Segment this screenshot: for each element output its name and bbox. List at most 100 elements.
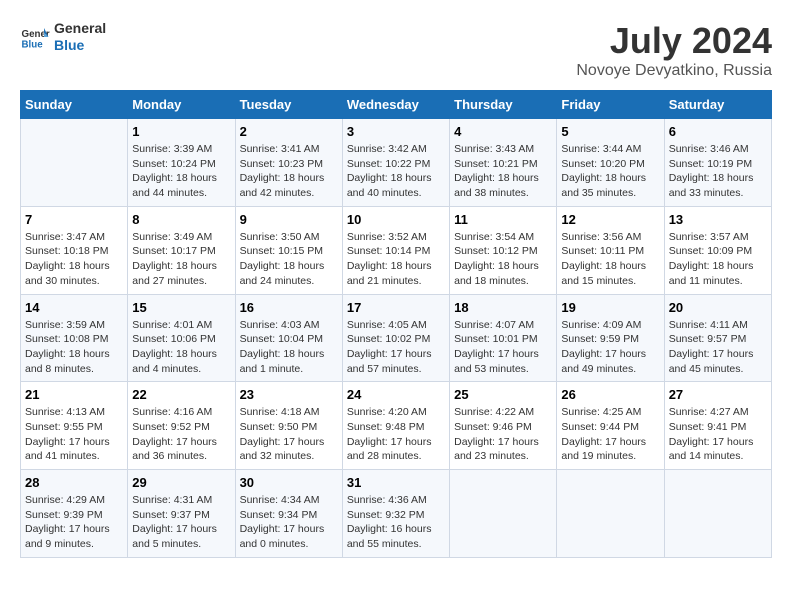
day-cell: 17Sunrise: 4:05 AM Sunset: 10:02 PM Dayl… bbox=[342, 294, 449, 382]
day-info: Sunrise: 3:42 AM Sunset: 10:22 PM Daylig… bbox=[347, 142, 445, 201]
day-info: Sunrise: 3:50 AM Sunset: 10:15 PM Daylig… bbox=[240, 230, 338, 289]
header-row: SundayMondayTuesdayWednesdayThursdayFrid… bbox=[21, 91, 772, 119]
day-info: Sunrise: 4:07 AM Sunset: 10:01 PM Daylig… bbox=[454, 318, 552, 377]
day-cell: 19Sunrise: 4:09 AM Sunset: 9:59 PM Dayli… bbox=[557, 294, 664, 382]
day-info: Sunrise: 4:13 AM Sunset: 9:55 PM Dayligh… bbox=[25, 405, 123, 464]
day-info: Sunrise: 4:11 AM Sunset: 9:57 PM Dayligh… bbox=[669, 318, 767, 377]
day-info: Sunrise: 3:41 AM Sunset: 10:23 PM Daylig… bbox=[240, 142, 338, 201]
day-info: Sunrise: 3:47 AM Sunset: 10:18 PM Daylig… bbox=[25, 230, 123, 289]
day-cell: 10 Sunrise: 3:52 AM Sunset: 10:14 PM Dayl… bbox=[342, 206, 449, 294]
day-number: 28 bbox=[25, 475, 123, 490]
day-number: 20 bbox=[669, 300, 767, 315]
day-cell: 6 Sunrise: 3:46 AM Sunset: 10:19 PM Dayli… bbox=[664, 119, 771, 207]
day-info: Sunrise: 3:46 AM Sunset: 10:19 PM Daylig… bbox=[669, 142, 767, 201]
page-header: General Blue General Blue July 2024 Novo… bbox=[20, 20, 772, 80]
day-number: 25 bbox=[454, 387, 552, 402]
day-info: Sunrise: 3:39 AM Sunset: 10:24 PM Daylig… bbox=[132, 142, 230, 201]
day-cell: 18 Sunrise: 4:07 AM Sunset: 10:01 PM Dayl… bbox=[450, 294, 557, 382]
day-cell: 28 Sunrise: 4:29 AM Sunset: 9:39 PM Dayli… bbox=[21, 470, 128, 558]
day-number: 5 bbox=[561, 124, 659, 139]
day-number: 6 bbox=[669, 124, 767, 139]
day-cell: 22 Sunrise: 4:16 AM Sunset: 9:52 PM Dayli… bbox=[128, 382, 235, 470]
day-cell: 13 Sunrise: 3:57 AM Sunset: 10:09 PM Dayl… bbox=[664, 206, 771, 294]
day-info: Sunrise: 4:16 AM Sunset: 9:52 PM Dayligh… bbox=[132, 405, 230, 464]
day-number: 13 bbox=[669, 212, 767, 227]
day-info: Sunrise: 4:09 AM Sunset: 9:59 PM Dayligh… bbox=[561, 318, 659, 377]
day-info: Sunrise: 3:44 AM Sunset: 10:20 PM Daylig… bbox=[561, 142, 659, 201]
day-info: Sunrise: 4:03 AM Sunset: 10:04 PM Daylig… bbox=[240, 318, 338, 377]
day-number: 30 bbox=[240, 475, 338, 490]
day-number: 11 bbox=[454, 212, 552, 227]
day-info: Sunrise: 3:54 AM Sunset: 10:12 PM Daylig… bbox=[454, 230, 552, 289]
day-cell: 3 Sunrise: 3:42 AM Sunset: 10:22 PM Dayli… bbox=[342, 119, 449, 207]
day-info: Sunrise: 3:56 AM Sunset: 10:11 PM Daylig… bbox=[561, 230, 659, 289]
day-cell: 11 Sunrise: 3:54 AM Sunset: 10:12 PM Dayl… bbox=[450, 206, 557, 294]
day-number: 14 bbox=[25, 300, 123, 315]
header-cell-thursday: Thursday bbox=[450, 91, 557, 119]
header-cell-sunday: Sunday bbox=[21, 91, 128, 119]
day-number: 4 bbox=[454, 124, 552, 139]
day-number: 1 bbox=[132, 124, 230, 139]
day-number: 31 bbox=[347, 475, 445, 490]
day-number: 29 bbox=[132, 475, 230, 490]
day-number: 23 bbox=[240, 387, 338, 402]
day-info: Sunrise: 4:31 AM Sunset: 9:37 PM Dayligh… bbox=[132, 493, 230, 552]
day-number: 9 bbox=[240, 212, 338, 227]
day-info: Sunrise: 3:59 AM Sunset: 10:08 PM Daylig… bbox=[25, 318, 123, 377]
day-number: 2 bbox=[240, 124, 338, 139]
day-number: 21 bbox=[25, 387, 123, 402]
day-info: Sunrise: 3:49 AM Sunset: 10:17 PM Daylig… bbox=[132, 230, 230, 289]
day-info: Sunrise: 4:25 AM Sunset: 9:44 PM Dayligh… bbox=[561, 405, 659, 464]
day-cell: 8 Sunrise: 3:49 AM Sunset: 10:17 PM Dayli… bbox=[128, 206, 235, 294]
day-cell: 12Sunrise: 3:56 AM Sunset: 10:11 PM Dayl… bbox=[557, 206, 664, 294]
day-cell: 20 Sunrise: 4:11 AM Sunset: 9:57 PM Dayli… bbox=[664, 294, 771, 382]
day-number: 7 bbox=[25, 212, 123, 227]
day-cell: 14 Sunrise: 3:59 AM Sunset: 10:08 PM Dayl… bbox=[21, 294, 128, 382]
location: Novoye Devyatkino, Russia bbox=[576, 62, 772, 80]
day-cell: 5 Sunrise: 3:44 AM Sunset: 10:20 PM Dayli… bbox=[557, 119, 664, 207]
day-cell: 4 Sunrise: 3:43 AM Sunset: 10:21 PM Dayli… bbox=[450, 119, 557, 207]
day-info: Sunrise: 3:57 AM Sunset: 10:09 PM Daylig… bbox=[669, 230, 767, 289]
day-cell: 25 Sunrise: 4:22 AM Sunset: 9:46 PM Dayli… bbox=[450, 382, 557, 470]
day-info: Sunrise: 4:29 AM Sunset: 9:39 PM Dayligh… bbox=[25, 493, 123, 552]
header-cell-saturday: Saturday bbox=[664, 91, 771, 119]
day-cell: 29 Sunrise: 4:31 AM Sunset: 9:37 PM Dayli… bbox=[128, 470, 235, 558]
day-number: 18 bbox=[454, 300, 552, 315]
title-block: July 2024 Novoye Devyatkino, Russia bbox=[576, 20, 772, 80]
day-info: Sunrise: 4:27 AM Sunset: 9:41 PM Dayligh… bbox=[669, 405, 767, 464]
logo-text-general: General bbox=[54, 20, 106, 37]
day-cell: 16Sunrise: 4:03 AM Sunset: 10:04 PM Dayl… bbox=[235, 294, 342, 382]
day-number: 27 bbox=[669, 387, 767, 402]
day-number: 22 bbox=[132, 387, 230, 402]
svg-text:Blue: Blue bbox=[22, 39, 44, 50]
day-cell: 21 Sunrise: 4:13 AM Sunset: 9:55 PM Dayli… bbox=[21, 382, 128, 470]
day-cell: 24Sunrise: 4:20 AM Sunset: 9:48 PM Dayli… bbox=[342, 382, 449, 470]
day-info: Sunrise: 4:22 AM Sunset: 9:46 PM Dayligh… bbox=[454, 405, 552, 464]
day-cell: 9 Sunrise: 3:50 AM Sunset: 10:15 PM Dayli… bbox=[235, 206, 342, 294]
logo: General Blue General Blue bbox=[20, 20, 106, 54]
day-cell: 30Sunrise: 4:34 AM Sunset: 9:34 PM Dayli… bbox=[235, 470, 342, 558]
day-info: Sunrise: 4:01 AM Sunset: 10:06 PM Daylig… bbox=[132, 318, 230, 377]
logo-text-blue: Blue bbox=[54, 37, 106, 54]
day-cell: 26 Sunrise: 4:25 AM Sunset: 9:44 PM Dayli… bbox=[557, 382, 664, 470]
logo-icon: General Blue bbox=[20, 22, 50, 52]
day-cell bbox=[664, 470, 771, 558]
week-row-4: 21 Sunrise: 4:13 AM Sunset: 9:55 PM Dayli… bbox=[21, 382, 772, 470]
header-cell-tuesday: Tuesday bbox=[235, 91, 342, 119]
day-cell bbox=[557, 470, 664, 558]
week-row-1: 1 Sunrise: 3:39 AM Sunset: 10:24 PM Dayli… bbox=[21, 119, 772, 207]
week-row-3: 14 Sunrise: 3:59 AM Sunset: 10:08 PM Dayl… bbox=[21, 294, 772, 382]
day-info: Sunrise: 3:52 AM Sunset: 10:14 PM Daylig… bbox=[347, 230, 445, 289]
day-number: 15 bbox=[132, 300, 230, 315]
day-info: Sunrise: 4:05 AM Sunset: 10:02 PM Daylig… bbox=[347, 318, 445, 377]
month-year: July 2024 bbox=[576, 20, 772, 62]
header-cell-friday: Friday bbox=[557, 91, 664, 119]
day-number: 8 bbox=[132, 212, 230, 227]
calendar-table: SundayMondayTuesdayWednesdayThursdayFrid… bbox=[20, 90, 772, 558]
day-info: Sunrise: 4:36 AM Sunset: 9:32 PM Dayligh… bbox=[347, 493, 445, 552]
day-info: Sunrise: 3:43 AM Sunset: 10:21 PM Daylig… bbox=[454, 142, 552, 201]
day-number: 10 bbox=[347, 212, 445, 227]
day-number: 3 bbox=[347, 124, 445, 139]
day-number: 26 bbox=[561, 387, 659, 402]
day-info: Sunrise: 4:20 AM Sunset: 9:48 PM Dayligh… bbox=[347, 405, 445, 464]
